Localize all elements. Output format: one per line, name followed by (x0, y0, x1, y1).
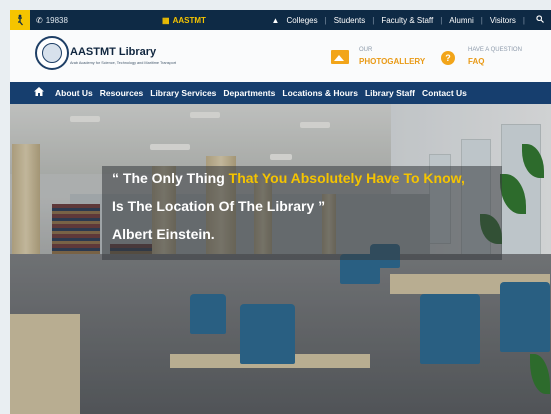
toplink-visitors[interactable]: Visitors (490, 16, 516, 25)
separator: | (522, 15, 525, 25)
quote-author: Albert Einstein. (112, 226, 215, 242)
toplink-students[interactable]: Students (334, 16, 366, 25)
nav-resources[interactable]: Resources (100, 88, 143, 98)
phone-number[interactable]: ✆ 19838 (36, 16, 68, 25)
aastmt-brand-text: AASTMT (172, 15, 206, 25)
top-utility-bar: ✆ 19838 ▦ AASTMT ▲ Colleges | Students |… (10, 10, 551, 30)
site-title[interactable]: AASTMT Library (70, 46, 156, 58)
photogallery-link[interactable]: PHOTOGALLERY (359, 57, 425, 66)
main-navigation: About Us Resources Library Services Depa… (10, 82, 551, 104)
nav-library-services[interactable]: Library Services (150, 88, 216, 98)
separator: | (440, 15, 443, 25)
site-subtitle: Arab Academy for Science, Technology and… (70, 61, 177, 65)
quote-line-2: Is The Location Of The Library ” (112, 198, 326, 214)
nav-contact-us[interactable]: Contact Us (422, 88, 467, 98)
building-icon: ▦ (162, 15, 170, 25)
aastmt-logo-icon[interactable] (35, 36, 69, 70)
separator: | (324, 15, 327, 25)
nav-departments[interactable]: Departments (223, 88, 275, 98)
separator: | (372, 15, 375, 25)
toplink-alumni[interactable]: Alumni (449, 16, 473, 25)
image-gallery-icon[interactable] (331, 50, 349, 64)
question-icon[interactable]: ? (441, 51, 455, 65)
search-icon[interactable] (536, 15, 544, 25)
toplink-colleges[interactable]: Colleges (286, 16, 317, 25)
quote-text-part-1: The Only Thing (122, 170, 229, 186)
quote-open-mark: “ (112, 170, 119, 186)
separator: | (480, 15, 483, 25)
quote-text-highlight: That You Absolutely Have To Know, (228, 170, 465, 186)
top-links: ▲ Colleges | Students | Faculty & Staff … (272, 15, 551, 25)
nav-locations-hours[interactable]: Locations & Hours (282, 88, 358, 98)
phone-text: 19838 (45, 15, 68, 25)
home-icon[interactable] (34, 87, 44, 99)
quote-line-1: “ The Only Thing That You Absolutely Hav… (112, 170, 465, 186)
nav-library-staff[interactable]: Library Staff (365, 88, 415, 98)
nav-about-us[interactable]: About Us (55, 88, 93, 98)
faq-caption: HAVE A QUESTION (468, 47, 522, 53)
aastmt-brand-link[interactable]: ▦ AASTMT (162, 10, 206, 30)
accessibility-icon[interactable] (10, 10, 30, 30)
toplink-faculty-staff[interactable]: Faculty & Staff (381, 16, 433, 25)
gallery-caption: OUR (359, 47, 373, 53)
faq-link[interactable]: FAQ (468, 57, 484, 66)
phone-icon: ✆ (36, 15, 43, 25)
site-header: AASTMT Library Arab Academy for Science,… (10, 30, 551, 82)
graduation-cap-icon: ▲ (271, 15, 280, 25)
